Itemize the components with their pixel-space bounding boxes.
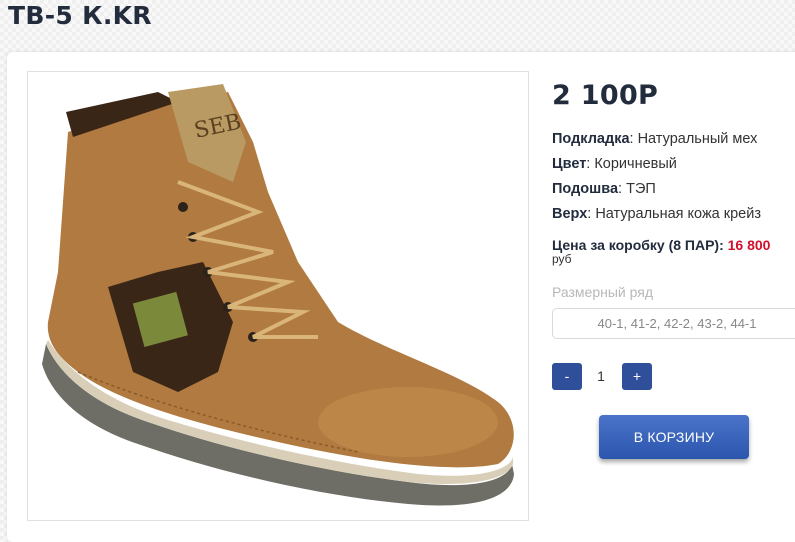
- add-to-cart-button[interactable]: В КОРЗИНУ: [599, 415, 749, 459]
- spec-value: : Коричневый: [586, 156, 677, 172]
- product-price: 2 100Р: [552, 80, 659, 111]
- boot-illustration: SEB: [42, 84, 514, 506]
- spec-value: : Натуральный мех: [629, 131, 758, 147]
- box-price-label: Цена за коробку (8 ПАР):: [552, 237, 724, 253]
- size-select[interactable]: 40-1, 41-2, 42-2, 43-2, 44-1: [552, 308, 795, 339]
- spec-label: Верх: [552, 206, 588, 222]
- quantity-increase-button[interactable]: +: [622, 363, 652, 390]
- spec-label: Подошва: [552, 181, 619, 197]
- spec-color: Цвет: Коричневый: [552, 156, 677, 172]
- spec-value: : ТЭП: [618, 181, 656, 197]
- spec-upper: Верх: Натуральная кожа крейз: [552, 206, 761, 222]
- quantity-decrease-button[interactable]: -: [552, 363, 582, 390]
- spec-label: Цвет: [552, 156, 587, 172]
- spec-sole: Подошва: ТЭП: [552, 181, 656, 197]
- spec-value: : Натуральная кожа крейз: [587, 206, 761, 222]
- product-title: ТВ-5 К.KR: [8, 1, 152, 30]
- size-label: Размерный ряд: [552, 284, 654, 300]
- spec-lining: Подкладка: Натуральный мех: [552, 131, 757, 147]
- product-image[interactable]: SEB: [27, 71, 529, 521]
- spec-label: Подкладка: [552, 131, 630, 147]
- quantity-input[interactable]: 1: [588, 363, 614, 390]
- box-price: Цена за коробку (8 ПАР): 16 800: [552, 237, 770, 253]
- box-price-value: 16 800: [727, 237, 771, 253]
- box-price-unit: руб: [552, 252, 572, 266]
